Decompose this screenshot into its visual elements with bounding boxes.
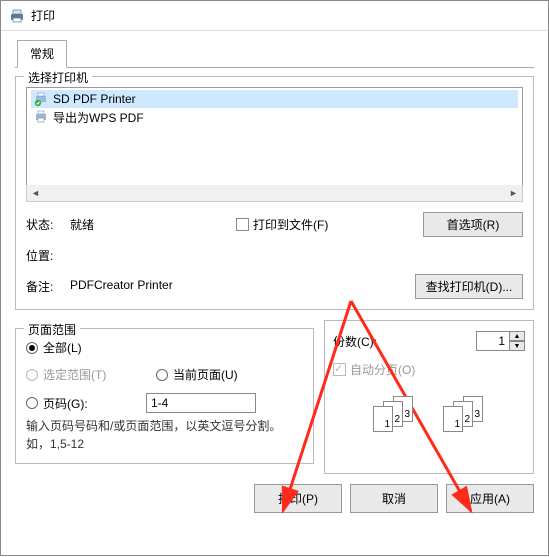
radio-current-page[interactable]: 当前页面(U) (156, 366, 238, 383)
range-legend: 页面范围 (24, 321, 80, 338)
printer-item[interactable]: SD PDF Printer (31, 90, 518, 108)
collate-checkbox: 自动分页(O) (333, 361, 525, 378)
preferences-button[interactable]: 首选项(R) (423, 212, 523, 237)
printer-list-hscrollbar[interactable]: ◄ ► (26, 185, 523, 202)
copies-value[interactable]: 1 (476, 331, 510, 351)
status-value: 就绪 (70, 216, 94, 233)
radio-icon (26, 397, 38, 409)
page-range-fieldset: 页面范围 全部(L) 选定范围(T) 当前页面(U) 页码(G): (15, 328, 314, 464)
find-printer-button[interactable]: 查找打印机(D)... (415, 274, 523, 299)
radio-selection-label: 选定范围(T) (43, 366, 106, 383)
radio-pages-label: 页码(G): (43, 395, 88, 412)
radio-icon (26, 342, 38, 354)
radio-pages[interactable]: 页码(G): (26, 395, 136, 412)
spinner-down-button[interactable]: ▼ (510, 341, 525, 351)
titlebar: 打印 (1, 1, 548, 31)
sheet-icon: 1 (373, 406, 393, 432)
printer-default-icon (33, 91, 49, 107)
printer-list[interactable]: SD PDF Printer 导出为WPS PDF (26, 87, 523, 185)
dialog-content: 常规 选择打印机 SD PDF Printer (1, 31, 548, 527)
comment-value: PDFCreator Printer (70, 278, 173, 295)
apply-button[interactable]: 应用(A) (446, 484, 534, 513)
window-title: 打印 (31, 7, 55, 24)
pages-input[interactable] (146, 393, 256, 413)
sheet-icon: 1 (443, 406, 463, 432)
printer-icon (33, 109, 49, 125)
print-to-file-checkbox[interactable]: 打印到文件(F) (236, 216, 366, 233)
collate-preview: 3 2 1 3 2 1 (333, 396, 525, 436)
radio-icon (26, 369, 38, 381)
printer-icon (9, 8, 25, 24)
cancel-button[interactable]: 取消 (350, 484, 438, 513)
dialog-footer: 打印(P) 取消 应用(A) (15, 474, 534, 513)
radio-selection: 选定范围(T) (26, 366, 136, 383)
printer-legend: 选择打印机 (24, 69, 92, 86)
print-to-file-label: 打印到文件(F) (253, 216, 328, 233)
status-label: 状态: (26, 216, 70, 233)
copies-label: 份数(C): (333, 333, 377, 350)
radio-current-label: 当前页面(U) (173, 366, 238, 383)
checkbox-checked-icon (333, 363, 346, 376)
printer-item-label: 导出为WPS PDF (53, 109, 144, 126)
collate-label: 自动分页(O) (350, 361, 415, 378)
comment-label: 备注: (26, 278, 70, 295)
tab-general[interactable]: 常规 (17, 40, 67, 68)
printer-item-label: SD PDF Printer (53, 92, 136, 106)
scroll-right-button[interactable]: ► (505, 185, 522, 201)
copies-fieldset: 份数(C): 1 ▲ ▼ 自动分页(O) 3 2 1 (324, 320, 534, 474)
page-stack-icon: 3 2 1 (373, 396, 415, 436)
spinner-up-button[interactable]: ▲ (510, 331, 525, 341)
checkbox-box-icon (236, 218, 249, 231)
range-hint: 输入页码号码和/或页面范围，以英文逗号分割。如，1,5-12 (26, 417, 303, 453)
tabstrip: 常规 (15, 39, 534, 68)
print-button[interactable]: 打印(P) (254, 484, 342, 513)
copies-spinner[interactable]: 1 ▲ ▼ (476, 331, 525, 351)
radio-all-label: 全部(L) (43, 339, 82, 356)
printer-item[interactable]: 导出为WPS PDF (31, 108, 518, 126)
scroll-left-button[interactable]: ◄ (27, 185, 44, 201)
printer-fieldset: 选择打印机 SD PDF Printer (15, 76, 534, 310)
radio-icon (156, 369, 168, 381)
page-stack-icon: 3 2 1 (443, 396, 485, 436)
location-label: 位置: (26, 247, 70, 264)
radio-all[interactable]: 全部(L) (26, 339, 303, 356)
